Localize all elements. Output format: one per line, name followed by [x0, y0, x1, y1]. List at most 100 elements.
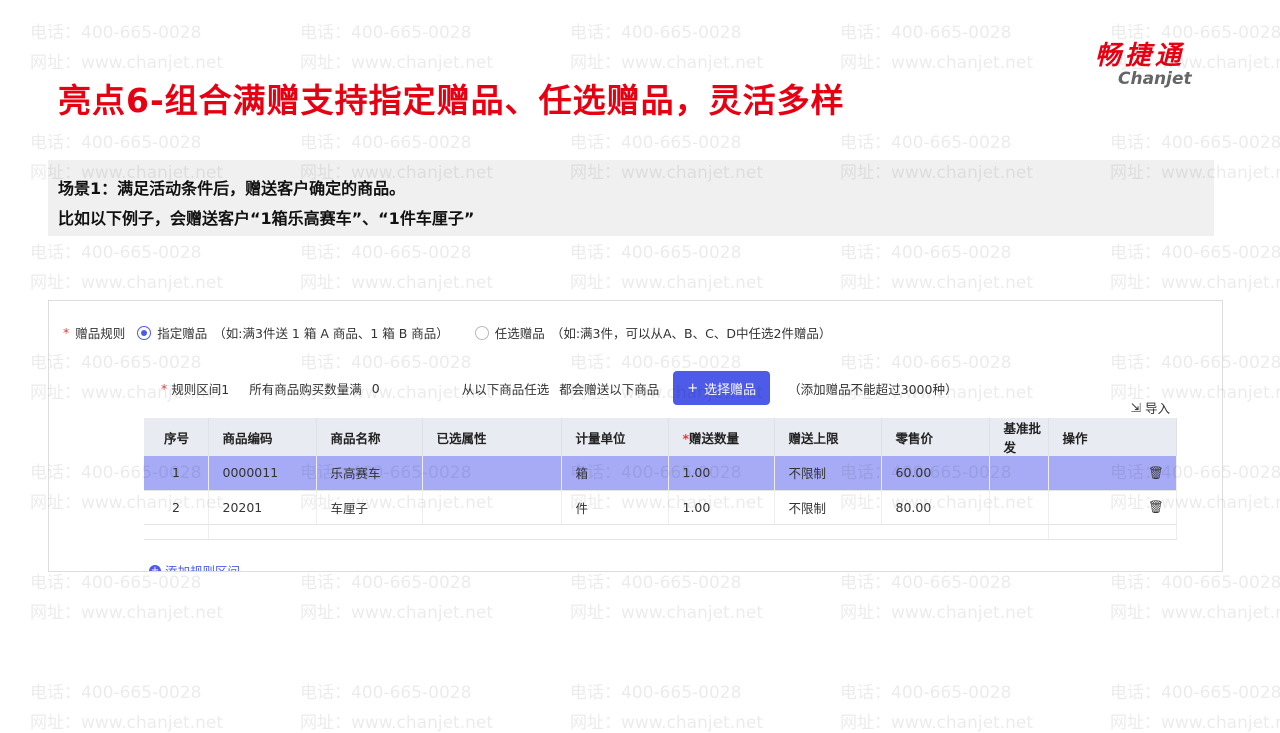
- watermark-phone: 电话：400-665-0028: [300, 683, 472, 703]
- watermark-site: 网址：www.chanjet.net: [1110, 603, 1280, 623]
- header-label: 零售价: [895, 430, 934, 446]
- plus-icon: +: [687, 380, 699, 396]
- table-row[interactable]: 1 0000011 乐高赛车 箱 1.00 不限制 60.00 🗑: [144, 456, 1177, 491]
- watermark-phone: 电话：400-665-0028: [570, 683, 742, 703]
- watermark-phone: 电话：400-665-0028: [30, 243, 202, 263]
- page-title: 亮点6-组合满赠支持指定赠品、任选赠品，灵活多样: [58, 81, 845, 120]
- watermark-site: 网址：www.chanjet.net: [570, 53, 764, 73]
- column-header: 已选属性: [422, 418, 562, 456]
- watermark-phone: 电话：400-665-0028: [30, 683, 202, 703]
- column-header: 操作: [1048, 418, 1177, 456]
- header-label: 计量单位: [575, 430, 626, 446]
- watermark-site: 网址：www.chanjet.net: [300, 273, 494, 293]
- column-header: 基准批发: [989, 418, 1049, 456]
- select-gift-button[interactable]: + 选择赠品: [673, 371, 771, 405]
- table-cell: 不限制: [774, 456, 882, 491]
- watermark-site: 网址：www.chanjet.net: [570, 603, 764, 623]
- select-gift-label: 选择赠品: [704, 382, 757, 398]
- table-cell: [208, 524, 1049, 540]
- scene-label: 场景1：: [58, 179, 118, 198]
- qty-input[interactable]: 0: [372, 381, 462, 396]
- table-cell: 件: [561, 490, 669, 525]
- watermark-site: 网址：www.chanjet.net: [30, 53, 224, 73]
- pick-select[interactable]: 都会赠送以下商品: [559, 379, 659, 398]
- watermark-site: 网址：www.chanjet.net: [30, 603, 224, 623]
- option2-hint: （如:满3件，可以从A、B、C、D中任选2件赠品）: [550, 326, 832, 341]
- table-cell: 箱: [561, 456, 669, 491]
- table-cell: [1048, 524, 1177, 540]
- gift-table: 序号 商品编码 商品名称 已选属性 计量单位 *赠送数量 赠送上限 零售价 基准批发 操作 1 00…: [144, 418, 1177, 540]
- column-header: 计量单位: [561, 418, 669, 456]
- watermark-site: 网址：www.chanjet.net: [570, 273, 764, 293]
- table-cell: [144, 524, 209, 540]
- watermark-phone: 电话：400-665-0028: [300, 23, 472, 43]
- table-cell: 不限制: [774, 490, 882, 525]
- column-header: 商品编码: [208, 418, 317, 456]
- delete-icon[interactable]: 🗑: [1148, 465, 1164, 480]
- scene-description: 场景1：满足活动条件后，赠送客户确定的商品。 比如以下例子，会赠送客户“1箱乐高…: [48, 160, 1214, 236]
- watermark-phone: 电话：400-665-0028: [570, 133, 742, 153]
- watermark-site: 网址：www.chanjet.net: [840, 713, 1034, 733]
- table-cell: 乐高赛车: [316, 456, 423, 491]
- delete-icon[interactable]: 🗑: [1148, 499, 1164, 514]
- table-cell: 60.00: [881, 456, 990, 491]
- table-row[interactable]: 2 20201 车厘子 件 1.00 不限制 80.00 🗑: [144, 490, 1177, 525]
- add-interval-label: 添加规则区间: [165, 564, 241, 572]
- column-header: 零售价: [881, 418, 990, 456]
- watermark-phone: 电话：400-665-0028: [570, 23, 742, 43]
- table-cell: [989, 456, 1049, 491]
- watermark-phone: 电话：400-665-0028: [1110, 683, 1280, 703]
- table-cell: [422, 490, 562, 525]
- watermark-site: 网址：www.chanjet.net: [570, 713, 764, 733]
- gift-rule-panel: * 赠品规则 指定赠品 （如:满3件送 1 箱 A 商品、1 箱 B 商品） 任…: [48, 300, 1223, 572]
- watermark-phone: 电话：400-665-0028: [1110, 133, 1280, 153]
- action-cell: 🗑: [1048, 490, 1177, 525]
- chanjet-logo: 畅捷通 Chanjet: [1088, 42, 1192, 88]
- radio-specified-gift[interactable]: [137, 325, 152, 340]
- scene-text: 满足活动条件后，赠送客户确定的商品。: [117, 179, 406, 198]
- watermark-phone: 电话：400-665-0028: [1110, 243, 1280, 263]
- required-mark: *: [161, 380, 168, 396]
- radio-optional-gift[interactable]: [474, 325, 489, 340]
- action-cell: 🗑: [1048, 456, 1177, 491]
- import-button[interactable]: ⇲ 导入: [1131, 398, 1171, 417]
- header-label: 操作: [1062, 430, 1088, 446]
- import-label: 导入: [1144, 401, 1170, 416]
- watermark-site: 网址：www.chanjet.net: [300, 53, 494, 73]
- watermark-site: 网址：www.chanjet.net: [1110, 273, 1280, 293]
- header-label: 商品编码: [222, 430, 273, 446]
- header-label: 商品名称: [330, 430, 381, 446]
- table-cell: 80.00: [881, 490, 990, 525]
- watermark-site: 网址：www.chanjet.net: [300, 603, 494, 623]
- header-label: 基准批发: [1003, 421, 1042, 455]
- watermark-phone: 电话：400-665-0028: [840, 243, 1012, 263]
- watermark-site: 网址：www.chanjet.net: [30, 713, 224, 733]
- add-interval-link[interactable]: + 添加规则区间: [149, 561, 241, 572]
- watermark-phone: 电话：400-665-0028: [840, 133, 1012, 153]
- watermark-site: 网址：www.chanjet.net: [840, 273, 1034, 293]
- logo-en: Chanjet: [1118, 69, 1192, 89]
- watermark-phone: 电话：400-665-0028: [300, 243, 472, 263]
- watermark-phone: 电话：400-665-0028: [840, 23, 1012, 43]
- option2-label[interactable]: 任选赠品: [495, 323, 545, 342]
- watermark-site: 网址：www.chanjet.net: [30, 273, 224, 293]
- table-cell: [989, 490, 1049, 525]
- watermark-site: 网址：www.chanjet.net: [840, 53, 1034, 73]
- limit-hint: （添加赠品不能超过3000种）: [788, 381, 958, 397]
- table-cell: 20201: [208, 490, 317, 525]
- header-label: 赠送数量: [689, 430, 740, 446]
- option1-label[interactable]: 指定赠品: [157, 323, 207, 342]
- plus-circle-icon: +: [149, 564, 161, 571]
- watermark-site: 网址：www.chanjet.net: [1110, 713, 1280, 733]
- column-header: *赠送数量: [668, 418, 775, 456]
- table-cell: 1.00: [668, 490, 775, 525]
- required-mark: *: [63, 325, 70, 340]
- header-label: 已选属性: [436, 430, 487, 446]
- watermark-phone: 电话：400-665-0028: [570, 243, 742, 263]
- table-cell: 2: [144, 490, 209, 525]
- option1-hint: （如:满3件送 1 箱 A 商品、1 箱 B 商品）: [213, 326, 449, 341]
- empty-row: [144, 524, 1177, 540]
- column-header: 商品名称: [316, 418, 423, 456]
- watermark-phone: 电话：400-665-0028: [1110, 23, 1280, 43]
- rule-label: 赠品规则: [75, 326, 126, 341]
